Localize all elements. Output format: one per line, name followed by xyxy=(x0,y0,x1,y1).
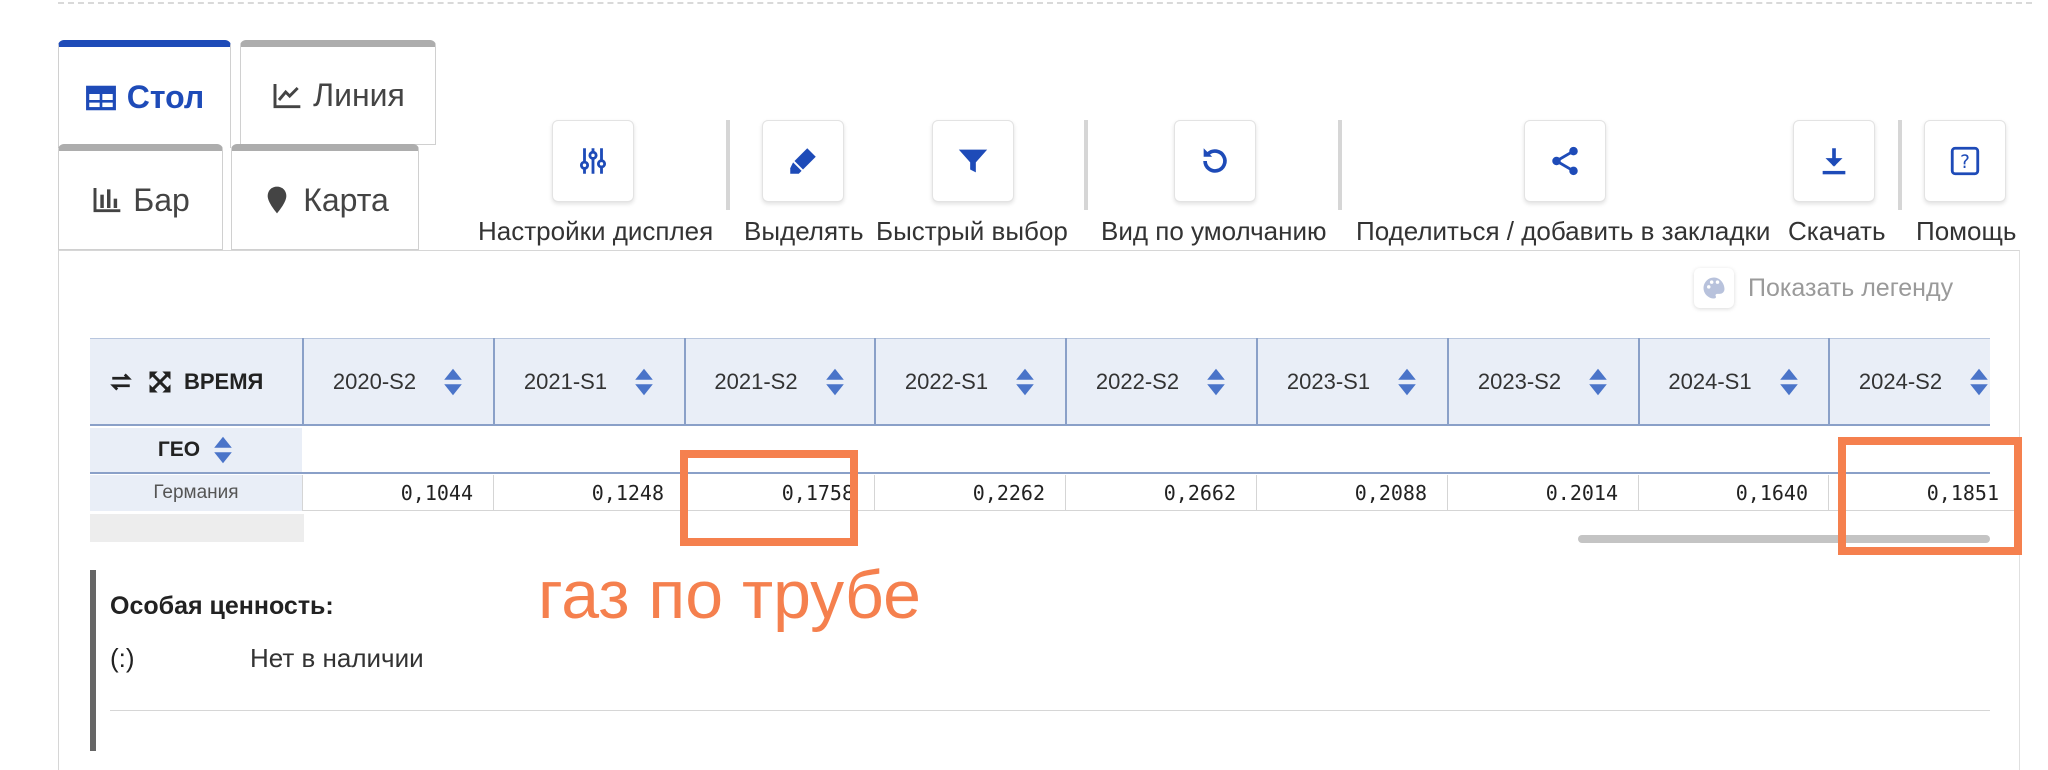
palette-icon xyxy=(1694,268,1734,308)
expand-icon[interactable] xyxy=(146,368,174,396)
column-header-label: 2023-S1 xyxy=(1286,369,1371,394)
sliders-icon xyxy=(579,148,607,174)
table-cell: 0,2088 xyxy=(1256,475,1447,511)
tab-map-label: Карта xyxy=(303,181,389,218)
tab-map[interactable]: Карта xyxy=(231,144,419,250)
time-dimension-header: ВРЕМЯ xyxy=(90,338,302,426)
tab-table-label: Стол xyxy=(126,79,205,115)
tab-line[interactable]: Линия xyxy=(240,40,436,145)
share-icon xyxy=(1552,146,1578,176)
share-label: Поделиться / добавить в закладки xyxy=(1356,216,1771,246)
swap-axes-icon[interactable] xyxy=(106,367,136,397)
sort-icon[interactable] xyxy=(1205,366,1227,398)
footnote-title: Особая ценность: xyxy=(110,592,334,620)
footnote-bar xyxy=(90,570,96,751)
column-header-label: 2021-S2 xyxy=(714,369,798,394)
table-cell: 0,1640 xyxy=(1638,475,1828,511)
sort-icon[interactable] xyxy=(824,366,846,398)
sort-icon[interactable] xyxy=(633,366,655,398)
help-label: Помощь xyxy=(1916,216,2017,246)
footnote-text: Нет в наличии xyxy=(250,643,424,673)
toolbar-separator xyxy=(1084,120,1088,210)
geo-dimension-header: ГЕО xyxy=(90,428,302,474)
toolbar-separator xyxy=(1338,120,1342,210)
column-header-label: 2022-S2 xyxy=(1095,369,1180,394)
column-header[interactable]: 2024-S2 xyxy=(1828,338,2019,426)
tab-table[interactable]: Стол xyxy=(58,40,231,148)
column-header-label: 2021-S1 xyxy=(523,369,608,394)
default-view-label: Вид по умолчанию xyxy=(1101,216,1327,246)
column-header[interactable]: 2020-S2 xyxy=(302,338,493,426)
sort-icon[interactable] xyxy=(1014,366,1036,398)
reset-icon xyxy=(1203,148,1227,173)
annotation-text: газ по трубе xyxy=(538,557,921,633)
column-header-label: 2024-S2 xyxy=(1858,369,1943,394)
column-header[interactable]: 2022-S2 xyxy=(1065,338,1256,426)
highlight-box xyxy=(680,450,858,546)
highlight-button[interactable] xyxy=(762,120,844,202)
column-header-label: 2022-S1 xyxy=(904,369,989,394)
svg-text:?: ? xyxy=(1960,152,1970,173)
display-settings-button[interactable] xyxy=(552,120,634,202)
filter-icon xyxy=(958,149,988,173)
sort-icon[interactable] xyxy=(1587,366,1609,398)
download-button[interactable] xyxy=(1793,120,1875,202)
row-label-germany: Германия xyxy=(90,475,302,511)
tab-line-label: Линия xyxy=(313,77,405,113)
bar-chart-icon xyxy=(93,188,121,213)
top-divider xyxy=(58,2,2032,4)
table-cell: 0,2262 xyxy=(874,475,1065,511)
line-chart-icon xyxy=(273,83,301,108)
geo-row-divider xyxy=(302,472,1990,474)
help-icon: ? xyxy=(1950,146,1980,176)
highlight-label: Выделять xyxy=(744,216,864,246)
footnote-divider xyxy=(110,710,1990,711)
sort-icon[interactable] xyxy=(442,366,464,398)
table-icon xyxy=(85,85,116,110)
quick-select-label: Быстрый выбор xyxy=(876,216,1068,246)
sort-icon[interactable] xyxy=(1778,366,1800,398)
map-pin-icon xyxy=(267,186,287,214)
sort-icon[interactable] xyxy=(1396,366,1418,398)
table-cell: 0,1248 xyxy=(493,475,684,511)
column-header[interactable]: 2023-S2 xyxy=(1447,338,1638,426)
toolbar-separator xyxy=(1898,120,1902,210)
display-settings-label: Настройки дисплея xyxy=(478,216,714,246)
toolbar-separator xyxy=(726,120,730,210)
show-legend-button[interactable]: Показать легенду xyxy=(1694,267,1953,309)
default-view-button[interactable] xyxy=(1174,120,1256,202)
quick-select-button[interactable] xyxy=(932,120,1014,202)
help-button[interactable]: ? xyxy=(1924,120,2006,202)
download-icon xyxy=(1822,148,1846,175)
sort-icon[interactable] xyxy=(1968,366,1990,398)
highlighter-icon xyxy=(790,148,816,174)
column-header-label: 2023-S2 xyxy=(1477,369,1562,394)
column-header[interactable]: 2024-S1 xyxy=(1638,338,1828,426)
tab-bar-label: Бар xyxy=(133,181,190,218)
column-header[interactable]: 2021-S1 xyxy=(493,338,684,426)
column-header[interactable]: 2021-S2 xyxy=(684,338,874,426)
column-header[interactable]: 2022-S1 xyxy=(874,338,1065,426)
sort-icon[interactable] xyxy=(212,434,234,466)
geo-header-label: ГЕО xyxy=(157,438,201,461)
column-header-label: 2020-S2 xyxy=(332,369,417,394)
highlight-box xyxy=(1838,437,2022,555)
footnote-symbol: (:) xyxy=(110,643,135,673)
share-button[interactable] xyxy=(1524,120,1606,202)
column-header-label: 2024-S1 xyxy=(1668,369,1752,394)
row-scroll-area xyxy=(90,514,304,542)
table-cell: 0,1044 xyxy=(302,475,493,511)
table-cell: 0,2662 xyxy=(1065,475,1256,511)
column-header[interactable]: 2023-S1 xyxy=(1256,338,1447,426)
table-cell: 0.2014 xyxy=(1447,475,1638,511)
download-label: Скачать xyxy=(1788,216,1886,246)
show-legend-label: Показать легенду xyxy=(1748,273,1954,302)
time-header-label: ВРЕМЯ xyxy=(184,369,264,394)
tab-bar[interactable]: Бар xyxy=(58,144,223,250)
